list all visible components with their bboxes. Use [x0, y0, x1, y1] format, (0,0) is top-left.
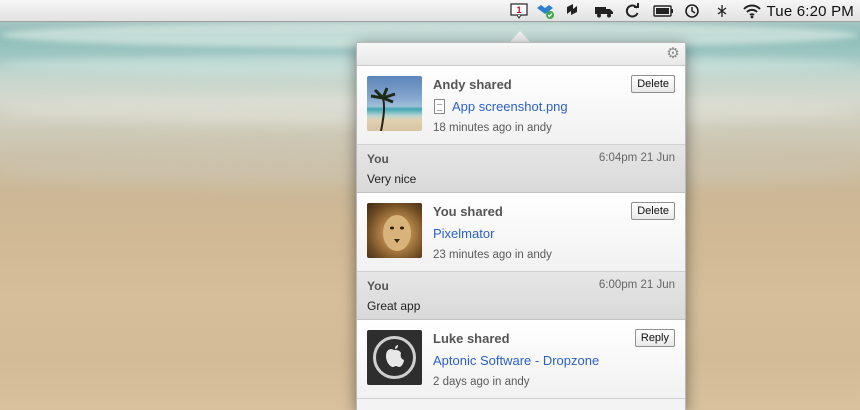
- popover-header: ⚙: [357, 43, 685, 66]
- battery-icon[interactable]: [653, 3, 673, 19]
- item-title: Luke shared: [433, 331, 510, 346]
- wifi-icon[interactable]: [742, 3, 762, 19]
- item-thumbnail: [367, 76, 422, 131]
- file-icon: [434, 99, 445, 114]
- comment-text: Very nice: [367, 172, 417, 186]
- reply-button[interactable]: Reply: [634, 329, 675, 347]
- bluetooth-icon[interactable]: [714, 3, 730, 19]
- comment-text: Great app: [367, 299, 421, 313]
- notification-badge-icon[interactable]: 1: [510, 3, 528, 19]
- sync-icon[interactable]: [564, 3, 580, 19]
- item-thumbnail: [367, 203, 422, 258]
- truck-icon[interactable]: [594, 3, 614, 19]
- dropbox-icon[interactable]: [537, 3, 555, 19]
- comment-time: 6:00pm 21 Jun: [598, 279, 675, 291]
- item-meta: 18 minutes ago in andy: [433, 122, 552, 134]
- item-link[interactable]: App screenshot.png: [452, 99, 568, 114]
- refresh-icon[interactable]: [624, 3, 640, 19]
- list-item: Andy shared App screenshot.png 18 minute…: [357, 66, 685, 145]
- item-meta: 2 days ago in andy: [433, 376, 530, 388]
- list-item: Luke shared Aptonic Software - Dropzone …: [357, 320, 685, 399]
- item-link[interactable]: Aptonic Software - Dropzone: [433, 353, 599, 368]
- item-title: You shared: [433, 204, 503, 219]
- list-item: You shared Pixelmator 23 minutes ago in …: [357, 193, 685, 272]
- item-link[interactable]: Pixelmator: [433, 226, 494, 241]
- menu-bar: 1 Tue 6:20 PM: [0, 0, 860, 22]
- comment-row: You 6:04pm 21 Jun Very nice: [357, 145, 685, 193]
- item-meta: 23 minutes ago in andy: [433, 249, 552, 261]
- delete-button[interactable]: Delete: [631, 75, 675, 93]
- delete-button[interactable]: Delete: [631, 202, 675, 220]
- item-thumbnail: [367, 330, 422, 385]
- comment-author: You: [367, 152, 389, 166]
- comment-author: You: [367, 279, 389, 293]
- time-machine-icon[interactable]: [684, 3, 700, 19]
- comment-row: You 6:00pm 21 Jun Great app: [357, 272, 685, 320]
- comment-time: 6:04pm 21 Jun: [598, 152, 675, 164]
- notifications-popover: ⚙ Andy shared App screenshot.png 18 minu…: [356, 42, 686, 410]
- menu-bar-clock[interactable]: Tue 6:20 PM: [766, 3, 854, 20]
- badge-count: 1: [516, 5, 521, 15]
- item-title: Andy shared: [433, 77, 512, 92]
- gear-icon[interactable]: ⚙: [665, 46, 681, 62]
